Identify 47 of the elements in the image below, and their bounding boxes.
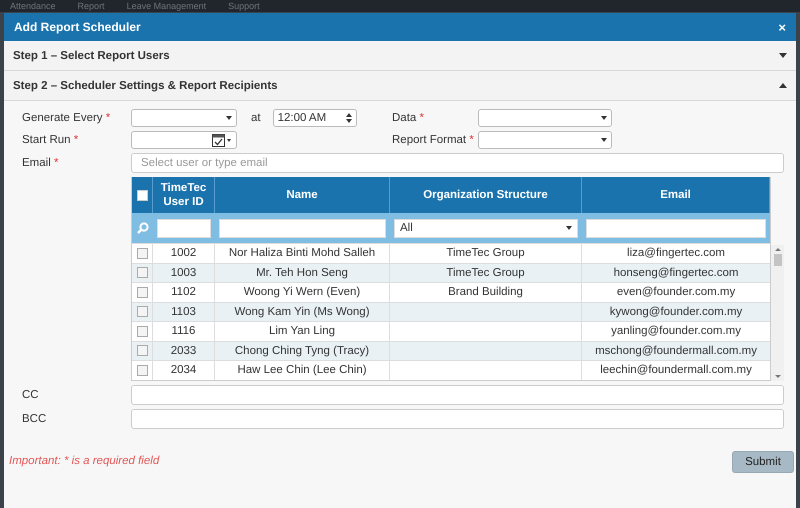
table-cell: 1003	[170, 266, 196, 279]
table-cell: Woong Yi Wern (Even)	[244, 286, 360, 298]
table-cell: mschong@foundermall.com.my	[595, 344, 757, 357]
email-field[interactable]: Select user or type email	[131, 153, 784, 173]
table-cell: Haw Lee Chin (Lee Chin)	[237, 364, 367, 376]
step-header[interactable]: Step 1 – Select Report Users	[4, 41, 796, 71]
field-label: Data *	[392, 112, 425, 124]
table-cell: 1103	[171, 306, 196, 318]
table-cell: leechin@foundermall.com.my	[600, 364, 752, 376]
field-label: BCC	[22, 412, 48, 424]
table-cell: honseng@fingertec.com	[614, 266, 738, 279]
close-button[interactable]: ×	[776, 20, 788, 34]
table-cell: Mr. Teh Hon Seng	[256, 266, 348, 279]
field-label: Start Run *	[22, 134, 80, 146]
required-note: Important: * is a required field	[9, 454, 160, 466]
field-label: Email *	[22, 157, 60, 169]
table-cell: 1102	[171, 286, 196, 298]
field-label: Report Format *	[392, 134, 475, 146]
column-header: Email	[660, 188, 691, 202]
table-cell: TimeTec Group	[446, 266, 525, 279]
table-cell: Lim Yan Ling	[268, 325, 336, 338]
table-cell: 1116	[172, 325, 196, 338]
table-cell: 1002	[170, 247, 196, 260]
table-cell: TimeTec Group	[446, 247, 525, 260]
table-cell: liza@fingertec.com	[627, 247, 726, 260]
column-header: Organization Structure	[423, 188, 548, 202]
column-header: Name	[286, 188, 318, 202]
filter-select[interactable]: All	[394, 218, 578, 238]
table-cell: even@founder.com.my	[616, 286, 736, 298]
table-cell: Wong Kam Yin (Ms Wong)	[234, 306, 370, 318]
field-label: Generate Every *	[22, 112, 112, 124]
time-field[interactable]: 12:00 AM	[272, 109, 357, 127]
step-header[interactable]: Step 2 – Scheduler Settings & Report Recipients	[4, 71, 796, 101]
column-header: TimeTec User ID	[160, 181, 208, 209]
submit-button[interactable]: Submit	[732, 450, 794, 472]
table-cell: yanling@founder.com.my	[611, 325, 741, 338]
field-label: at	[251, 112, 261, 124]
field-label: CC	[22, 388, 40, 400]
step-title: Step 2 – Scheduler Settings & Report Recipients	[13, 80, 278, 92]
table-cell: 2033	[170, 344, 196, 357]
step-title: Step 1 – Select Report Users	[13, 50, 170, 62]
table-cell: Brand Building	[448, 286, 523, 298]
table-cell: kywong@founder.com.my	[610, 306, 742, 318]
dialog-title: Add Report Scheduler	[14, 20, 141, 34]
table-cell: Chong Ching Tyng (Tracy)	[234, 344, 370, 357]
table-cell: Nor Haliza Binti Mohd Salleh	[228, 247, 376, 260]
table-cell: 2034	[170, 364, 196, 376]
